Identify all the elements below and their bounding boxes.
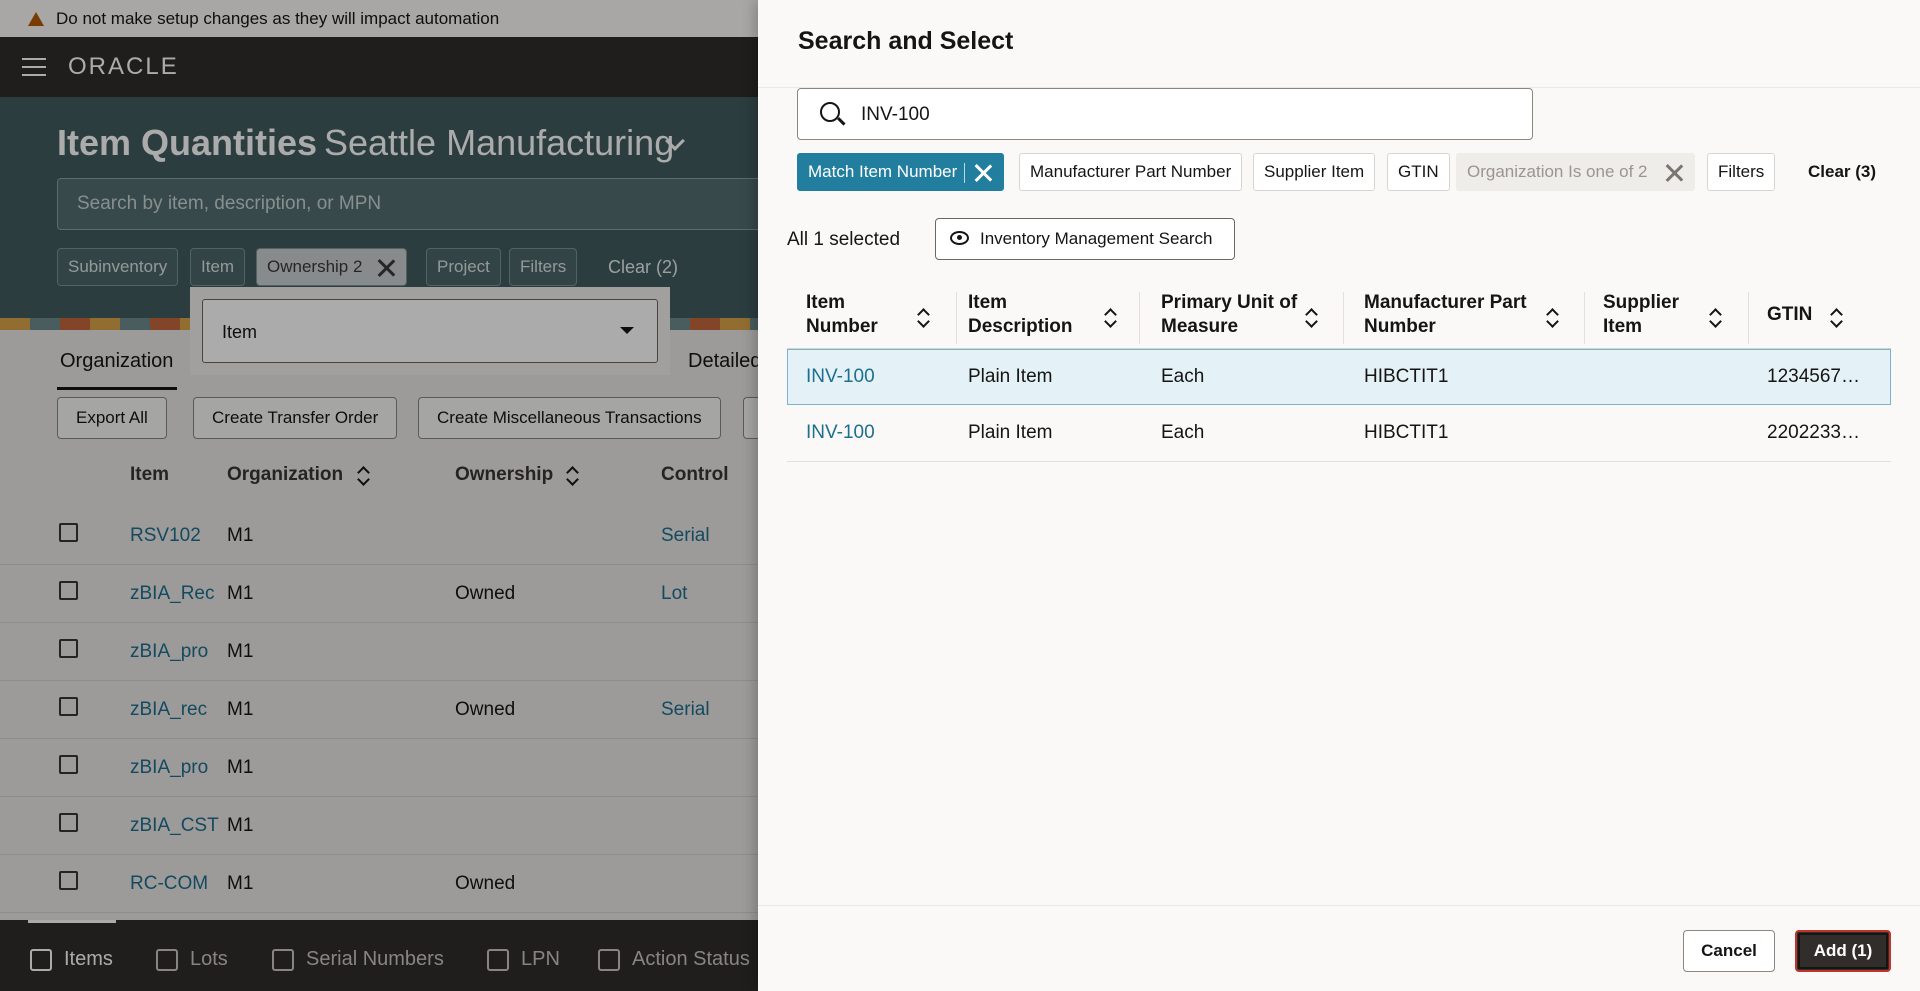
column-header-supplier-item[interactable]: Supplier Item (1603, 291, 1693, 339)
column-divider (1584, 292, 1585, 344)
chip-separator (964, 163, 966, 183)
item-number-link[interactable]: INV-100 (806, 366, 875, 388)
sort-icon[interactable] (917, 308, 929, 326)
search-input-value: INV-100 (861, 104, 930, 125)
filter-chip-filters[interactable]: Filters (1707, 153, 1776, 191)
clear-filters-link[interactable]: Clear (3) (1808, 162, 1876, 182)
filter-chip-match-item-number[interactable]: Match Item Number (797, 153, 1005, 191)
column-divider (1748, 292, 1749, 344)
table-row[interactable]: INV-100 Plain Item Each HIBCTIT1 2202233… (787, 406, 1891, 462)
sort-icon[interactable] (1305, 308, 1317, 326)
footer-divider (758, 905, 1920, 906)
filter-chip-gtin[interactable]: GTIN (1387, 153, 1450, 191)
gtin-cell: 1234567… (1767, 366, 1860, 387)
eye-icon (950, 231, 969, 245)
sort-icon[interactable] (1709, 308, 1721, 326)
filter-chip-match-item-number-label: Match Item Number (808, 162, 958, 181)
inventory-management-search-button[interactable]: Inventory Management Search (935, 218, 1235, 260)
inventory-management-search-label: Inventory Management Search (980, 229, 1213, 248)
filter-chip-organization-label: Organization Is one of 2 (1467, 162, 1648, 181)
sort-icon[interactable] (1104, 308, 1116, 326)
item-number-link[interactable]: INV-100 (806, 422, 875, 444)
column-divider (1343, 292, 1344, 344)
drawer-title: Search and Select (798, 27, 1014, 55)
item-description-cell: Plain Item (968, 422, 1053, 443)
sort-icon[interactable] (1546, 308, 1558, 326)
close-icon[interactable] (974, 164, 992, 182)
filter-chip-organization[interactable]: Organization Is one of 2 (1456, 153, 1695, 191)
modal-overlay[interactable] (0, 0, 758, 991)
close-icon[interactable] (1665, 164, 1683, 182)
column-divider (956, 292, 957, 344)
filter-chip-supplier-item[interactable]: Supplier Item (1253, 153, 1376, 191)
selection-count: All 1 selected (787, 229, 901, 250)
uom-cell: Each (1161, 366, 1205, 387)
column-divider (1139, 292, 1140, 344)
mpn-cell: HIBCTIT1 (1364, 366, 1449, 387)
item-description-cell: Plain Item (968, 366, 1053, 387)
uom-cell: Each (1161, 422, 1205, 443)
column-header-uom[interactable]: Primary Unit of Measure (1161, 291, 1301, 339)
column-header-item-description[interactable]: Item Description (968, 291, 1078, 339)
search-icon (820, 102, 840, 122)
column-header-mpn[interactable]: Manufacturer Part Number (1364, 291, 1554, 339)
column-header-gtin[interactable]: GTIN (1767, 303, 1812, 327)
add-button[interactable]: Add (1) (1795, 930, 1891, 972)
sort-icon[interactable] (1830, 308, 1842, 326)
search-input[interactable]: INV-100 (797, 88, 1533, 140)
column-header-item-number[interactable]: Item Number (806, 291, 886, 339)
mpn-cell: HIBCTIT1 (1364, 422, 1449, 443)
gtin-cell: 2202233… (1767, 422, 1860, 443)
filter-chip-manufacturer-part-number[interactable]: Manufacturer Part Number (1019, 153, 1243, 191)
search-and-select-drawer: Search and Select INV-100 Match Item Num… (758, 0, 1920, 991)
table-row[interactable]: INV-100 Plain Item Each HIBCTIT1 1234567… (787, 349, 1891, 405)
cancel-button[interactable]: Cancel (1683, 930, 1775, 972)
